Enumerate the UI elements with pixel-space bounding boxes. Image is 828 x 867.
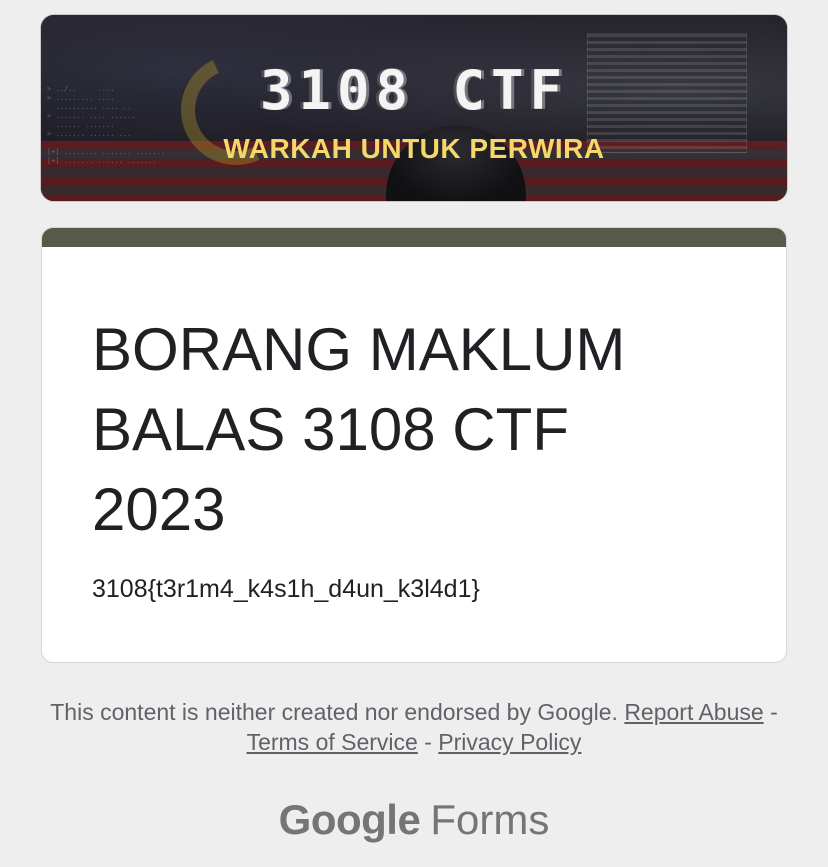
footer-separator: - xyxy=(424,729,432,755)
footer-disclaimer: This content is neither created nor endo… xyxy=(40,697,788,757)
card-accent-bar xyxy=(42,228,786,247)
privacy-policy-link[interactable]: Privacy Policy xyxy=(438,729,581,755)
brand-forms: Forms xyxy=(430,796,550,843)
report-abuse-link[interactable]: Report Abuse xyxy=(624,699,763,725)
terms-of-service-link[interactable]: Terms of Service xyxy=(247,729,418,755)
form-title: BORANG MAKLUM BALAS 3108 CTF 2023 xyxy=(92,316,626,543)
footer-separator: - xyxy=(770,699,778,725)
form-description: 3108{t3r1m4_k4s1h_d4un_k3l4d1} xyxy=(92,575,480,603)
header-banner-image: > ../.. .... > ......... .... ..........… xyxy=(40,14,788,202)
page: > ../.. .... > ......... .... ..........… xyxy=(0,0,828,867)
banner-title: 3108 CTF xyxy=(259,59,569,122)
banner-subtitle: WARKAH UNTUK PERWIRA xyxy=(223,133,605,164)
form-header-card: BORANG MAKLUM BALAS 3108 CTF 2023 3108{t… xyxy=(41,227,787,663)
google-forms-logo[interactable]: Google Forms xyxy=(0,796,828,844)
brand-google: Google xyxy=(278,796,421,843)
disclaimer-text: This content is neither created nor endo… xyxy=(50,699,618,725)
